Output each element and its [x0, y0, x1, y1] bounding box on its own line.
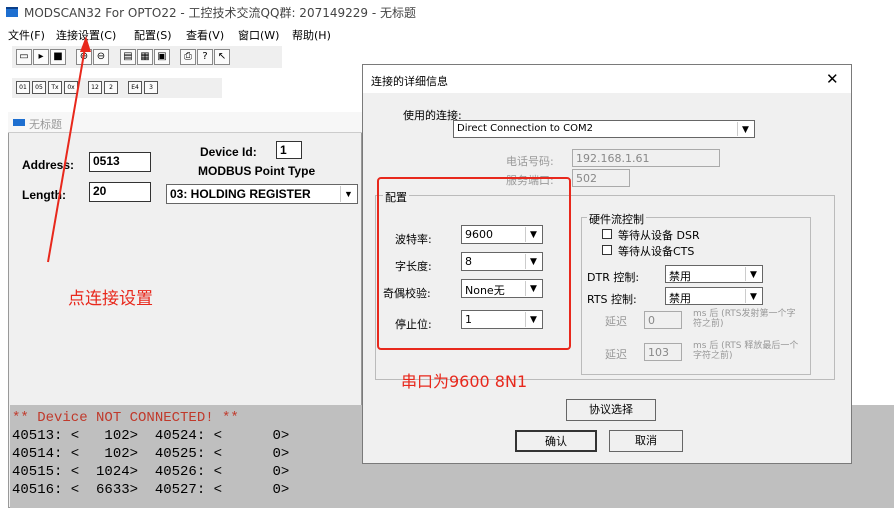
connection-value: Direct Connection to COM2 — [457, 123, 593, 134]
about-icon[interactable]: ? — [197, 49, 213, 65]
disconnect-icon[interactable]: ⊖ — [93, 49, 109, 65]
delay2-input[interactable]: 103 — [644, 343, 682, 361]
register-row: 40514: < 102> 40525: < 0> — [12, 446, 290, 462]
func-05-icon[interactable]: 05 — [32, 81, 46, 94]
port-input[interactable]: 502 — [572, 169, 630, 187]
menu-window[interactable]: 窗口(W) — [238, 27, 279, 43]
register-row: 40513: < 102> 40524: < 0> — [12, 428, 290, 444]
chevron-down-icon: ▼ — [745, 267, 761, 281]
rts-value: 禁用 — [669, 292, 691, 305]
cancel-button[interactable]: 取消 — [609, 430, 683, 452]
window-title: MODSCAN32 For OPTO22 - 工控技术交流QQ群: 207149… — [24, 6, 416, 20]
connection-select[interactable]: Direct Connection to COM2 ▼ — [453, 120, 755, 138]
func-2-icon[interactable]: 2 — [104, 81, 118, 94]
child-title: 无标题 — [29, 118, 62, 131]
func-e4-icon[interactable]: E4 — [128, 81, 142, 94]
delay2-label: 延迟 — [605, 348, 627, 361]
point-type-label: MODBUS Point Type — [198, 164, 316, 178]
length-label: Length: — [22, 188, 66, 202]
device-id-input[interactable]: 1 — [276, 141, 302, 159]
dtr-value: 禁用 — [669, 270, 691, 283]
func-0x-icon[interactable]: 0x — [64, 81, 78, 94]
save-icon[interactable]: ■ — [50, 49, 66, 65]
point-type-select[interactable]: 03: HOLDING REGISTER ▼ — [166, 184, 358, 204]
length-input[interactable]: 20 — [89, 182, 151, 202]
address-label: Address: — [22, 158, 75, 172]
menu-view[interactable]: 查看(V) — [186, 27, 224, 43]
connection-details-dialog: 连接的详细信息 ✕ 使用的连接: Direct Connection to CO… — [362, 64, 852, 464]
dsr-checkbox[interactable] — [602, 229, 612, 239]
display-edit-icon[interactable]: ▦ — [137, 49, 153, 65]
annotation-left-text: 点连接设置 — [68, 289, 153, 309]
func-3-icon[interactable]: 3 — [144, 81, 158, 94]
device-id-label: Device Id: — [200, 145, 257, 159]
delay2-note: ms 后 (RTS 释放最后一个字符之前) — [693, 341, 799, 361]
open-file-icon[interactable]: ▸ — [33, 49, 49, 65]
func-12-icon[interactable]: 12 — [88, 81, 102, 94]
rts-select[interactable]: 禁用 ▼ — [665, 287, 763, 305]
dialog-title-bar: 连接的详细信息 ✕ — [363, 65, 851, 93]
menu-bar: 文件(F) 连接设置(C) 配置(S) 查看(V) 窗口(W) 帮助(H) — [0, 25, 894, 45]
menu-help[interactable]: 帮助(H) — [292, 27, 331, 43]
print-icon[interactable]: ⎙ — [180, 49, 196, 65]
connection-status: ** Device NOT CONNECTED! ** — [12, 410, 239, 426]
main-toolbar: ▭ ▸ ■ ⊕ ⊖ ▤ ▦ ▣ ⎙ ? ↖ — [12, 46, 282, 68]
dtr-select[interactable]: 禁用 ▼ — [665, 265, 763, 283]
display-view-icon[interactable]: ▣ — [154, 49, 170, 65]
annotation-highlight-box — [377, 177, 571, 350]
menu-file[interactable]: 文件(F) — [8, 27, 45, 43]
cts-label: 等待从设备CTS — [618, 245, 695, 258]
new-file-icon[interactable]: ▭ — [16, 49, 32, 65]
delay1-input[interactable]: 0 — [644, 311, 682, 329]
dtr-label: DTR 控制: — [587, 271, 640, 284]
dsr-label: 等待从设备 DSR — [618, 229, 700, 242]
connect-icon[interactable]: ⊕ — [76, 49, 92, 65]
child-title-bar: 无标题 — [8, 112, 362, 133]
delay1-note: ms 后 (RTS发射第一个字符之前) — [693, 309, 796, 329]
phone-label: 电话号码: — [506, 155, 554, 168]
cts-checkbox[interactable] — [602, 245, 612, 255]
menu-connection[interactable]: 连接设置(C) — [56, 27, 116, 43]
rts-label: RTS 控制: — [587, 293, 637, 306]
delay1-label: 延迟 — [605, 315, 627, 328]
phone-input[interactable]: 192.168.1.61 — [572, 149, 720, 167]
register-row: 40515: < 1024> 40526: < 0> — [12, 464, 290, 480]
chevron-down-icon: ▼ — [340, 186, 356, 202]
address-input[interactable]: 0513 — [89, 152, 151, 172]
point-type-value: 03: HOLDING REGISTER — [170, 187, 311, 201]
register-row: 40516: < 6633> 40527: < 0> — [12, 482, 290, 498]
ok-button[interactable]: 确认 — [515, 430, 597, 452]
app-icon — [6, 7, 18, 17]
child-window-icon — [13, 119, 25, 126]
display-config-icon[interactable]: ▤ — [120, 49, 136, 65]
title-bar: MODSCAN32 For OPTO22 - 工控技术交流QQ群: 207149… — [0, 0, 894, 22]
close-icon[interactable]: ✕ — [826, 70, 839, 88]
chevron-down-icon: ▼ — [745, 289, 761, 303]
chevron-down-icon: ▼ — [737, 122, 753, 136]
hw-flow-label: 硬件流控制 — [587, 211, 646, 227]
func-01-icon[interactable]: 01 — [16, 81, 30, 94]
menu-setup[interactable]: 配置(S) — [134, 27, 172, 43]
dialog-title: 连接的详细信息 — [371, 75, 448, 88]
function-toolbar: 01 05 Tx 0x 12 2 E4 3 — [12, 78, 222, 98]
context-help-icon[interactable]: ↖ — [214, 49, 230, 65]
annotation-right-text: 串口为9600 8N1 — [401, 372, 528, 391]
protocol-select-button[interactable]: 协议选择 — [566, 399, 656, 421]
func-tx-icon[interactable]: Tx — [48, 81, 62, 94]
